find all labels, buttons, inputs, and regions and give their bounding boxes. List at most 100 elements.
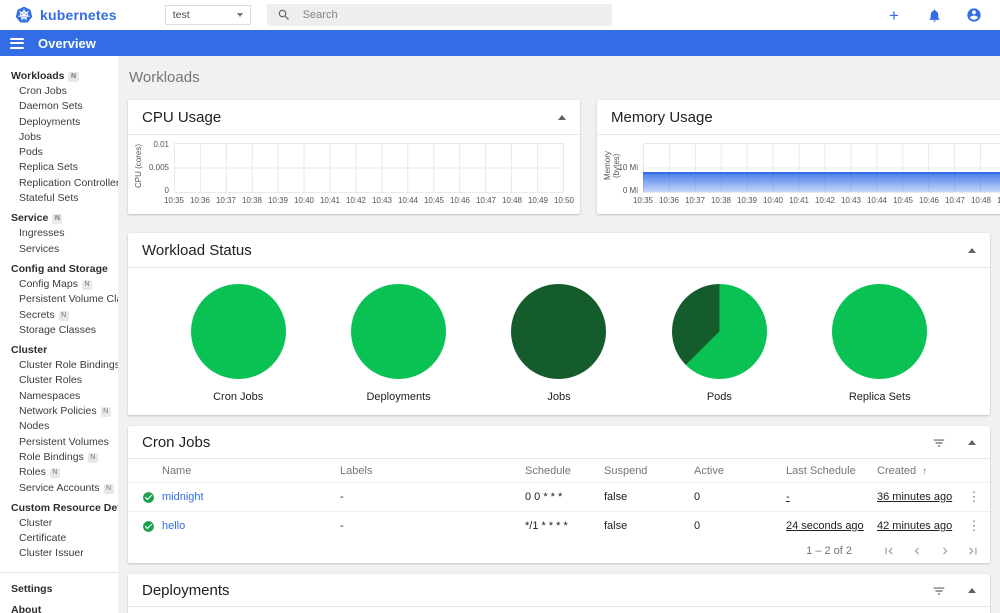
col-created[interactable]: Created↑ [662,607,765,613]
bell-icon [927,8,942,23]
pie-chart [351,284,447,379]
menu-toggle-button[interactable] [10,37,24,49]
filter-icon[interactable] [932,584,946,598]
sidebar-item-ingresses[interactable]: Ingresses [0,226,118,241]
namespaced-badge: N [49,468,60,479]
main-content: Workloads CPU Usage CPU (cores) 0.01 0.0… [118,56,1000,613]
sidebar-item-persistent-volume-claims[interactable]: Persistent Volume ClaimsN [0,292,118,307]
kubernetes-logo-icon [14,5,34,25]
col-active[interactable]: Active [694,459,786,483]
collapse-icon[interactable] [968,440,976,445]
sidebar-item-cron-jobs[interactable]: Cron Jobs [0,84,118,99]
memory-usage-card: Memory Usage Memory (bytes) 10 Mi 0 Mi 1… [597,100,1000,214]
sidebar-item-network-policies[interactable]: Network Policies N [0,404,118,419]
sidebar-item-crd-cluster[interactable]: Cluster [0,516,118,531]
labels-value: - [340,491,344,503]
active-value: 0 [694,520,701,532]
col-last-schedule[interactable]: Last Schedule [786,459,877,483]
logo-text: kubernetes [40,7,117,23]
sidebar-item-about[interactable]: About [0,600,118,613]
sidebar-section-config-and-storage[interactable]: Config and Storage [0,261,118,277]
sidebar-section-service[interactable]: Service N [0,210,118,226]
sidebar-item-cluster-role-bindings[interactable]: Cluster Role Bindings [0,358,118,373]
namespaced-badge: N [58,310,69,321]
sidebar-item-service-accounts[interactable]: Service Accounts N [0,481,118,496]
cpu-y-axis-label: CPU (cores) [134,144,143,189]
prev-page-button[interactable] [910,544,924,558]
collapse-icon[interactable] [968,248,976,253]
sidebar-section-workloads[interactable]: Workloads N [0,68,118,84]
cronjob-link[interactable]: hello [162,520,185,532]
row-menu-button[interactable]: ⋮ [962,489,986,505]
sidebar-item-replica-sets[interactable]: Replica Sets [0,160,118,175]
sidebar-item-storage-classes[interactable]: Storage Classes [0,323,118,338]
cpu-usage-title: CPU Usage [142,109,222,126]
cpu-chart-plot: 0.01 0.005 0 [149,140,564,195]
col-pods[interactable]: Pods [560,607,662,613]
sidebar-item-services[interactable]: Services [0,242,118,257]
schedule-value: */1 * * * * [525,520,568,532]
col-suspend[interactable]: Suspend [604,459,694,483]
search-input[interactable] [302,9,602,21]
status-ok-icon [142,520,158,533]
col-name[interactable]: Name [162,459,340,483]
created-value[interactable]: 36 minutes ago [877,491,952,503]
sidebar-item-pods[interactable]: Pods [0,145,118,160]
filter-icon[interactable] [932,436,946,450]
create-button[interactable]: + [884,5,904,25]
cpu-ytick: 0 [164,186,169,195]
created-value[interactable]: 42 minutes ago [877,520,952,532]
col-created[interactable]: Created↑ [877,459,962,483]
sidebar-item-crd-certificate[interactable]: Certificate [0,531,118,546]
deployments-card: Deployments Name Labels Pods Cre [128,574,990,613]
collapse-icon[interactable] [558,115,566,120]
user-menu-button[interactable] [964,5,984,25]
col-schedule[interactable]: Schedule [525,459,604,483]
kubernetes-logo[interactable]: kubernetes [14,5,117,25]
memory-ytick: 10 Mi [618,162,638,172]
last-page-button[interactable] [966,544,980,558]
pie-label: Jobs [547,391,571,403]
sidebar-item-replication-controllers[interactable]: Replication Controllers [0,176,118,191]
sidebar-item-config-maps[interactable]: Config Maps N [0,277,118,292]
sidebar-section-custom-resource-definitions[interactable]: Custom Resource Definitions [0,500,118,516]
collapse-icon[interactable] [968,588,976,593]
table-row: hello - */1 * * * * false 0 24 seconds a… [128,512,990,541]
col-name[interactable]: Name [162,607,355,613]
status-pie-cron-jobs: Cron Jobs [178,284,298,403]
pie-chart [511,284,607,379]
memory-usage-title: Memory Usage [611,109,713,126]
first-page-button[interactable] [882,544,896,558]
col-images[interactable]: Images [765,607,962,613]
sidebar-item-secrets[interactable]: Secrets N [0,308,118,323]
sidebar-item-settings[interactable]: Settings [0,579,118,600]
namespaced-badge: N [87,452,98,463]
sidebar-item-persistent-volumes[interactable]: Persistent Volumes [0,435,118,450]
notifications-button[interactable] [924,5,944,25]
sidebar-item-nodes[interactable]: Nodes [0,419,118,434]
sidebar-item-daemon-sets[interactable]: Daemon Sets [0,99,118,114]
sidebar-item-stateful-sets[interactable]: Stateful Sets [0,191,118,206]
last-schedule-value[interactable]: 24 seconds ago [786,520,864,532]
sidebar-section-cluster[interactable]: Cluster [0,342,118,358]
status-ok-icon [142,491,158,504]
next-page-button[interactable] [938,544,952,558]
pagination-range: 1 – 2 of 2 [806,545,852,557]
row-menu-button[interactable]: ⋮ [962,518,986,534]
namespace-selector[interactable]: test [164,5,251,25]
sidebar-item-deployments[interactable]: Deployments [0,115,118,130]
search-bar[interactable] [266,4,612,26]
pie-chart [190,284,286,379]
sidebar-item-role-bindings[interactable]: Role Bindings N [0,450,118,465]
sidebar-item-cluster-roles[interactable]: Cluster Roles [0,373,118,388]
col-labels[interactable]: Labels [355,607,560,613]
sidebar-item-namespaces[interactable]: Namespaces [0,389,118,404]
sidebar-item-jobs[interactable]: Jobs [0,130,118,145]
cron-jobs-title: Cron Jobs [142,434,211,451]
col-labels[interactable]: Labels [340,459,525,483]
sidebar-item-roles[interactable]: Roles N [0,465,118,480]
status-pie-jobs: Jobs [499,284,619,403]
cronjob-link[interactable]: midnight [162,491,204,503]
sidebar-item-crd-cluster-issuer[interactable]: Cluster Issuer [0,546,118,561]
last-schedule-value[interactable]: - [786,491,790,503]
